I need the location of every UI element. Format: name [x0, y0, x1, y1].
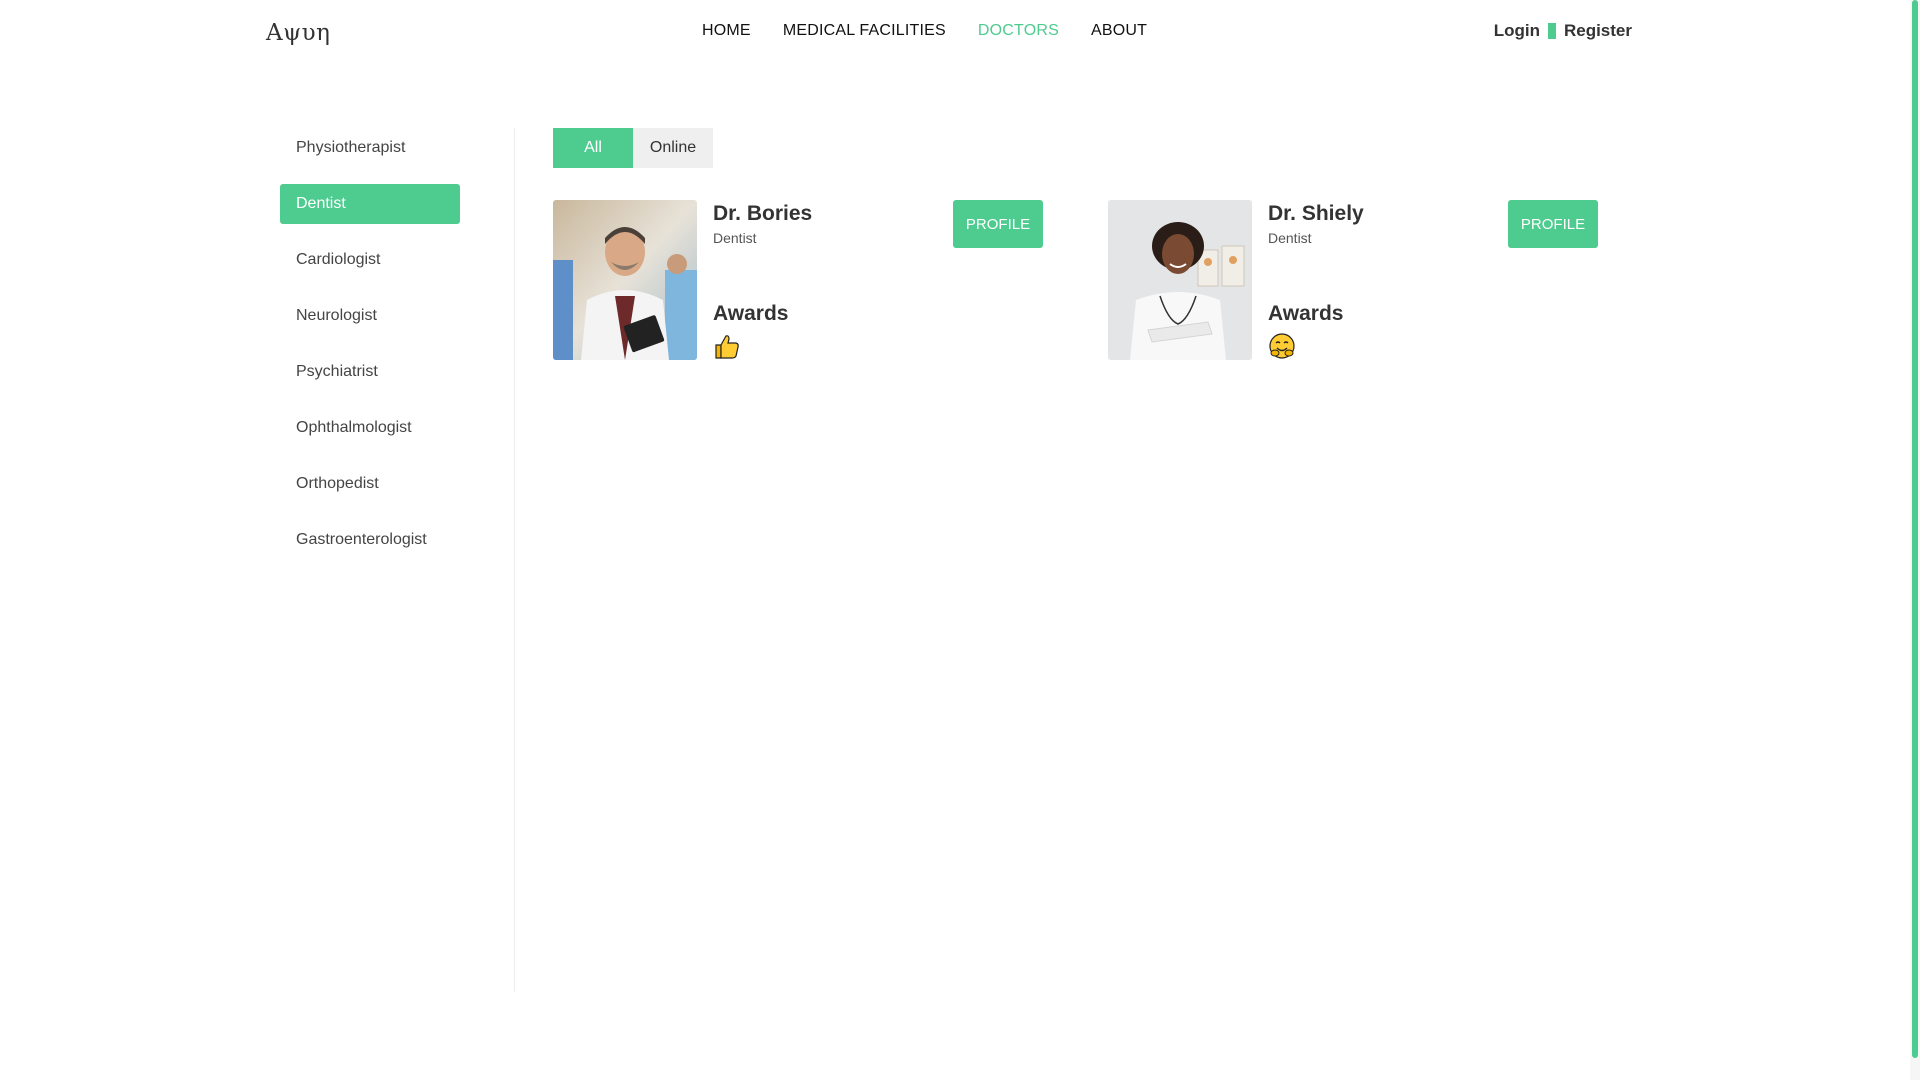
auth-separator	[1547, 23, 1556, 39]
header: Αψυη HOME MEDICAL FACILITIES DOCTORS ABO…	[0, 0, 1910, 66]
tab-online[interactable]: Online	[633, 128, 713, 168]
specialty-sidebar: Physiotherapist Dentist Cardiologist Neu…	[280, 128, 460, 576]
filter-tabs: All Online	[553, 128, 713, 168]
hugging-face-icon	[1268, 332, 1296, 360]
nav-home[interactable]: HOME	[702, 22, 751, 40]
sidebar-item-orthopedist[interactable]: Orthopedist	[280, 464, 460, 504]
sidebar-divider	[514, 128, 515, 992]
awards-label: Awards	[1268, 302, 1344, 325]
login-link[interactable]: Login	[1494, 21, 1540, 41]
doctor-name: Dr. Bories	[713, 202, 813, 225]
nav-medical-facilities[interactable]: MEDICAL FACILITIES	[783, 22, 946, 40]
doctor-specialty: Dentist	[1268, 230, 1312, 246]
doctor-specialty: Dentist	[713, 230, 757, 246]
doctor-card: Dr. Shiely Dentist Awards PROFILE	[1108, 200, 1598, 360]
sidebar-item-cardiologist[interactable]: Cardiologist	[280, 240, 460, 280]
doctor-name: Dr. Shiely	[1268, 202, 1364, 225]
thumbs-up-icon	[713, 332, 741, 360]
register-link[interactable]: Register	[1564, 21, 1632, 41]
doctor-card: Dr. Bories Dentist Awards PROFILE	[553, 200, 1043, 360]
tab-all[interactable]: All	[553, 128, 633, 168]
main-nav: HOME MEDICAL FACILITIES DOCTORS ABOUT	[702, 22, 1147, 40]
sidebar-item-neurologist[interactable]: Neurologist	[280, 296, 460, 336]
scrollbar[interactable]	[1910, 0, 1920, 1080]
sidebar-item-dentist[interactable]: Dentist	[280, 184, 460, 224]
logo[interactable]: Αψυη	[266, 20, 330, 46]
doctor-photo[interactable]	[1108, 200, 1252, 360]
doctor-photo[interactable]	[553, 200, 697, 360]
awards-label: Awards	[713, 302, 789, 325]
scrollbar-thumb[interactable]	[1912, 0, 1918, 1058]
auth-links: Login Register	[1494, 21, 1632, 41]
sidebar-item-psychiatrist[interactable]: Psychiatrist	[280, 352, 460, 392]
profile-button[interactable]: PROFILE	[953, 200, 1043, 248]
sidebar-item-physiotherapist[interactable]: Physiotherapist	[280, 128, 460, 168]
sidebar-item-ophthalmologist[interactable]: Ophthalmologist	[280, 408, 460, 448]
sidebar-item-gastroenterologist[interactable]: Gastroenterologist	[280, 520, 460, 560]
profile-button[interactable]: PROFILE	[1508, 200, 1598, 248]
nav-doctors[interactable]: DOCTORS	[978, 22, 1059, 40]
nav-about[interactable]: ABOUT	[1091, 22, 1147, 40]
